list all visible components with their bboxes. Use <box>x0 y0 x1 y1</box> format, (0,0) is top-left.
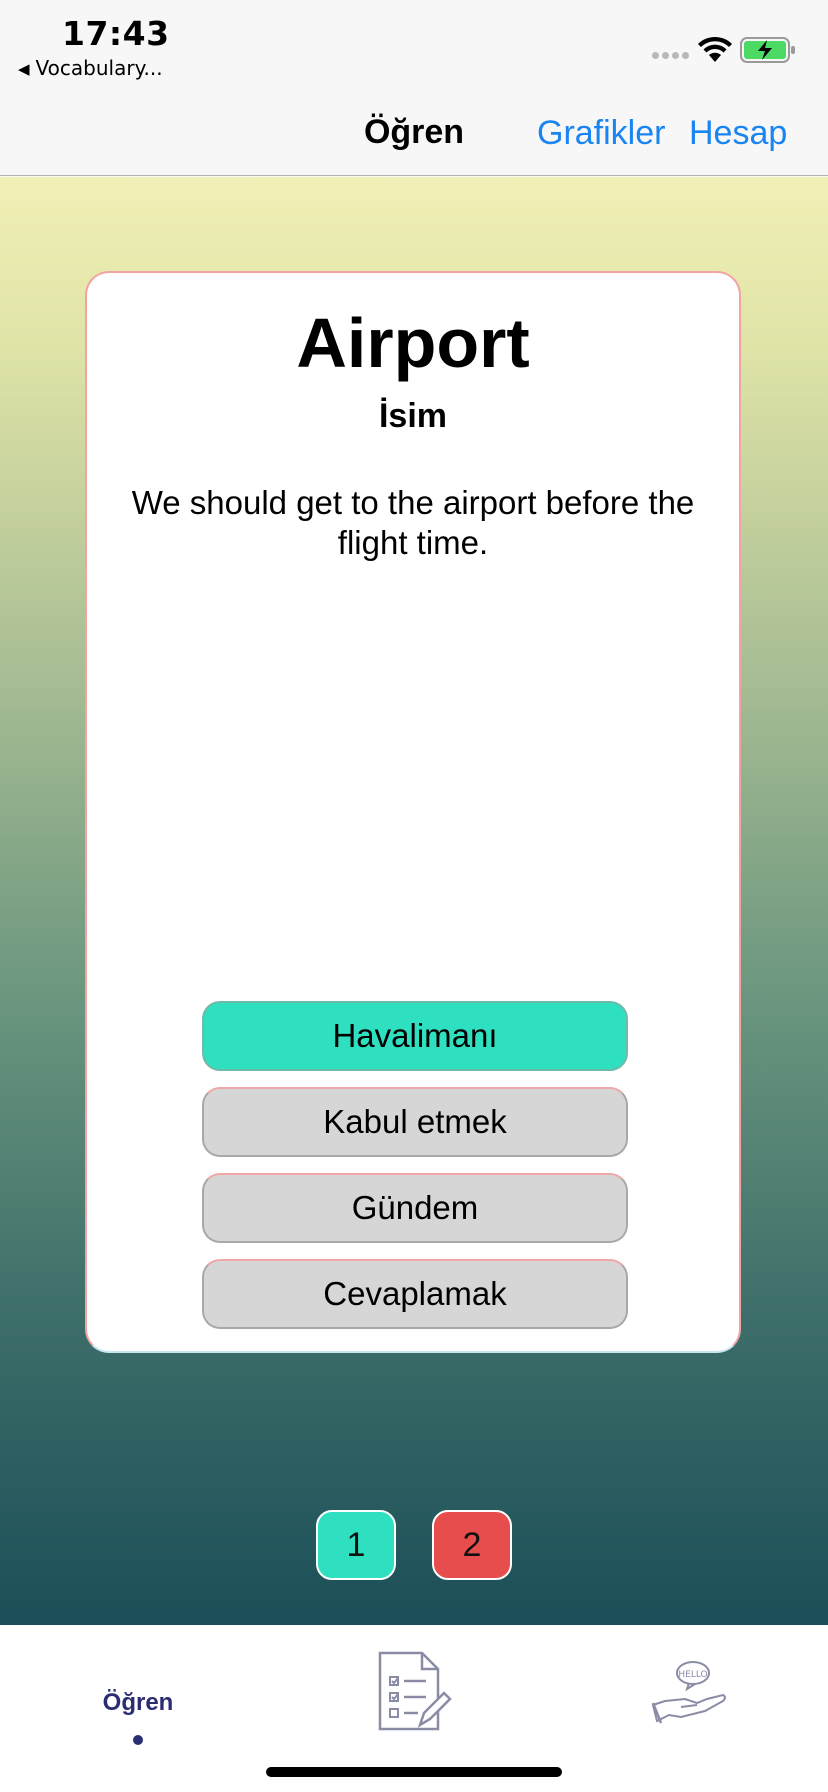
page-button-2[interactable]: 2 <box>432 1510 512 1580</box>
active-tab-indicator <box>133 1735 143 1745</box>
answer-option-3[interactable]: Gündem <box>202 1173 628 1243</box>
page-button-1[interactable]: 1 <box>316 1510 396 1580</box>
navigation-bar: Öğren Grafikler Hesap <box>0 88 828 176</box>
account-link[interactable]: Hesap <box>689 114 787 153</box>
answer-option-4[interactable]: Cevaplamak <box>202 1259 628 1329</box>
back-app-label: Vocabulary... <box>35 56 163 80</box>
status-bar: 17:43 ◀ Vocabulary... <box>0 0 828 88</box>
vocabulary-card: Airport İsim We should get to the airpor… <box>85 271 741 1353</box>
home-indicator <box>266 1767 562 1777</box>
status-time: 17:43 <box>62 14 170 53</box>
learn-content-area: Airport İsim We should get to the airpor… <box>0 177 828 1625</box>
wifi-icon <box>698 36 732 62</box>
part-of-speech: İsim <box>378 397 448 435</box>
tab-learn[interactable]: Öğren <box>88 1689 188 1717</box>
svg-text:HELLO: HELLO <box>678 1670 707 1680</box>
vocabulary-word: Airport <box>296 304 530 382</box>
charts-link[interactable]: Grafikler <box>537 114 665 153</box>
back-triangle-icon: ◀ <box>18 60 30 78</box>
answer-option-2[interactable]: Kabul etmek <box>202 1087 628 1157</box>
cellular-signal-icon <box>652 52 689 59</box>
example-sentence: We should get to the airport before the … <box>131 484 695 561</box>
test-checklist-icon[interactable] <box>376 1651 452 1731</box>
answer-option-1[interactable]: Havalimanı <box>202 1001 628 1071</box>
back-to-app-link[interactable]: ◀ Vocabulary... <box>18 56 163 80</box>
tab-bar: Öğren HELLO <box>0 1625 828 1792</box>
hello-hand-icon[interactable]: HELLO <box>651 1659 729 1725</box>
battery-charging-icon <box>740 37 795 63</box>
